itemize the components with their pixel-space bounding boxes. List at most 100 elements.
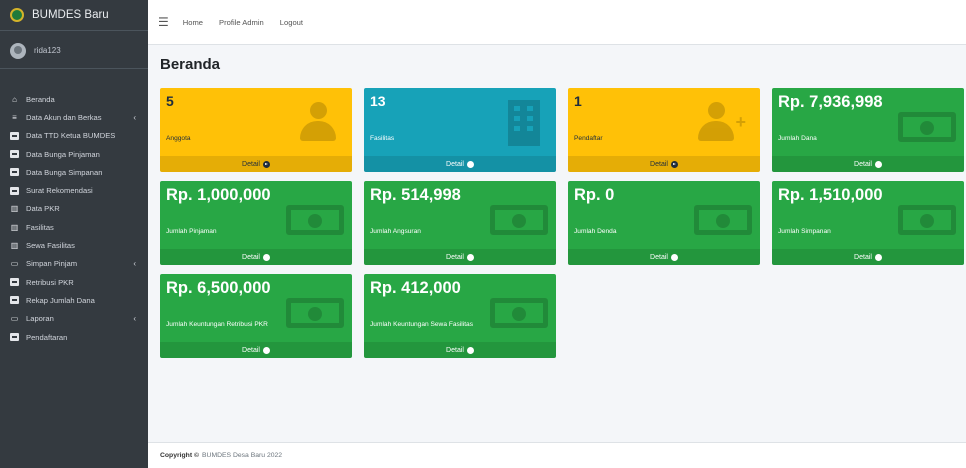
- home-icon: ⌂: [12, 94, 17, 104]
- arrow-circle-right-icon: [262, 160, 270, 168]
- box-value: Rp. 7,936,998: [778, 93, 883, 111]
- money-icon: [898, 112, 956, 142]
- box-value: Rp. 1,000,000: [166, 186, 271, 204]
- arrow-circle-right-icon: [466, 253, 474, 261]
- detail-label: Detail: [854, 253, 872, 261]
- sidebar-item-rekap-jumlah-dana[interactable]: Rekap Jumlah Dana: [0, 292, 148, 308]
- box-label: Jumlah Keuntungan Retribusi PKR: [166, 321, 268, 328]
- small-box-keuntungan-retribusi-pkr: Rp. 6,500,000 Jumlah Keuntungan Retribus…: [160, 274, 352, 358]
- sidebar-item-bunga-simpanan[interactable]: Data Bunga Simpanan: [0, 164, 148, 180]
- arrow-circle-right-icon: [874, 253, 882, 261]
- box-value: Rp. 0: [574, 186, 615, 204]
- avatar: [10, 42, 26, 59]
- sidebar-nav: ⌂ Beranda ≡ Data Akun dan Berkas ‹ Data …: [0, 91, 148, 345]
- money-icon: [490, 298, 548, 328]
- sidebar-item-beranda[interactable]: ⌂ Beranda: [0, 91, 148, 107]
- detail-label: Detail: [242, 253, 260, 261]
- small-box-anggota: 5 Anggota Detail: [160, 88, 352, 172]
- sidebar-item-bunga-pinjaman[interactable]: Data Bunga Pinjaman: [0, 146, 148, 162]
- sidebar-item-data-akun[interactable]: ≡ Data Akun dan Berkas ‹: [0, 109, 148, 125]
- chevron-left-icon: ‹: [133, 314, 136, 324]
- small-box-fasilitas: 13 Fasilitas Detail: [364, 88, 556, 172]
- box-detail-link[interactable]: Detail: [364, 249, 556, 265]
- box-label: Jumlah Denda: [574, 228, 617, 235]
- arrow-circle-right-icon: [262, 253, 270, 261]
- building-icon: [508, 100, 540, 146]
- box-detail-link[interactable]: Detail: [160, 342, 352, 358]
- box-detail-link[interactable]: Detail: [568, 156, 760, 172]
- money-icon: [898, 205, 956, 235]
- arrow-circle-right-icon: [670, 253, 678, 261]
- sidebar-item-label: Pendaftaran: [26, 332, 68, 342]
- box-value: 13: [370, 93, 386, 109]
- box-detail-link[interactable]: Detail: [772, 249, 964, 265]
- sidebar-item-label: Rekap Jumlah Dana: [26, 295, 95, 305]
- box-detail-link[interactable]: Detail: [364, 156, 556, 172]
- id-card-icon: [10, 150, 19, 159]
- brand-text: BUMDES Baru: [32, 9, 109, 21]
- top-navbar: ☰ Home Profile Admin Logout: [148, 0, 966, 45]
- sidebar: BUMDES Baru rida123 ⌂ Beranda ≡ Data Aku…: [0, 0, 148, 468]
- box-label: Jumlah Dana: [778, 135, 817, 142]
- small-box-jumlah-dana: Rp. 7,936,998 Jumlah Dana Detail: [772, 88, 964, 172]
- arrow-circle-right-icon: [670, 160, 678, 168]
- box-label: Anggota: [166, 135, 191, 142]
- sidebar-item-pendaftaran[interactable]: Pendaftaran: [0, 329, 148, 345]
- small-box-jumlah-simpanan: Rp. 1,510,000 Jumlah Simpanan Detail: [772, 181, 964, 265]
- sidebar-item-label: Laporan: [26, 314, 54, 324]
- detail-label: Detail: [446, 253, 464, 261]
- box-value: Rp. 514,998: [370, 186, 461, 204]
- sidebar-item-ttd-ketua[interactable]: Data TTD Ketua BUMDES: [0, 128, 148, 144]
- sidebar-item-label: Data PKR: [26, 204, 60, 214]
- sidebar-item-surat-rekomendasi[interactable]: Surat Rekomendasi: [0, 182, 148, 198]
- sidebar-item-label: Simpan Pinjam: [26, 259, 78, 269]
- sidebar-item-data-pkr[interactable]: ▥ Data PKR: [0, 201, 148, 217]
- id-card-icon: [10, 131, 19, 140]
- money-icon: ▭: [10, 314, 19, 324]
- id-card-icon: [10, 186, 19, 195]
- money-icon: [286, 205, 344, 235]
- arrow-circle-right-icon: [262, 346, 270, 354]
- nav-link-logout[interactable]: Logout: [280, 18, 303, 27]
- box-detail-link[interactable]: Detail: [364, 342, 556, 358]
- sidebar-item-label: Fasilitas: [26, 222, 54, 232]
- box-detail-link[interactable]: Detail: [160, 156, 352, 172]
- box-label: Pendaftar: [574, 135, 603, 142]
- logo-icon: [10, 8, 24, 22]
- brand-link[interactable]: BUMDES Baru: [0, 0, 148, 31]
- arrow-circle-right-icon: [466, 346, 474, 354]
- money-icon: [694, 205, 752, 235]
- page-title: Beranda: [160, 56, 221, 73]
- box-detail-link[interactable]: Detail: [160, 249, 352, 265]
- box-value: Rp. 1,510,000: [778, 186, 883, 204]
- box-label: Jumlah Pinjaman: [166, 228, 217, 235]
- sidebar-item-simpan-pinjam[interactable]: ▭ Simpan Pinjam ‹: [0, 256, 148, 272]
- box-label: Fasilitas: [370, 135, 395, 142]
- money-icon: [490, 205, 548, 235]
- sidebar-item-sewa-fasilitas[interactable]: ▥ Sewa Fasilitas: [0, 237, 148, 253]
- page-footer: Copyright © BUMDES Desa Baru 2022: [148, 442, 966, 468]
- box-value: 1: [574, 93, 582, 109]
- menu-toggle-icon[interactable]: ☰: [158, 15, 169, 29]
- sidebar-item-label: Sewa Fasilitas: [26, 241, 75, 251]
- user-panel[interactable]: rida123: [0, 33, 148, 69]
- sidebar-item-fasilitas[interactable]: ▥ Fasilitas: [0, 219, 148, 235]
- database-icon: ≡: [12, 112, 17, 122]
- box-label: Jumlah Keuntungan Sewa Fasilitas: [370, 321, 473, 328]
- detail-label: Detail: [854, 160, 872, 168]
- sidebar-item-label: Beranda: [26, 94, 55, 104]
- nav-link-profile-admin[interactable]: Profile Admin: [219, 18, 264, 27]
- building-icon: ▥: [10, 204, 19, 214]
- box-detail-link[interactable]: Detail: [568, 249, 760, 265]
- sidebar-item-laporan[interactable]: ▭ Laporan ‹: [0, 311, 148, 327]
- detail-label: Detail: [242, 160, 260, 168]
- sidebar-item-label: Data Bunga Simpanan: [26, 167, 103, 177]
- arrow-circle-right-icon: [874, 160, 882, 168]
- building-icon: ▥: [10, 241, 19, 251]
- nav-link-home[interactable]: Home: [183, 18, 203, 27]
- copyright-text: BUMDES Desa Baru 2022: [202, 452, 283, 459]
- sidebar-item-retribusi-pkr[interactable]: Retribusi PKR: [0, 274, 148, 290]
- chevron-left-icon: ‹: [133, 112, 136, 122]
- box-detail-link[interactable]: Detail: [772, 156, 964, 172]
- id-card-icon: [10, 296, 19, 305]
